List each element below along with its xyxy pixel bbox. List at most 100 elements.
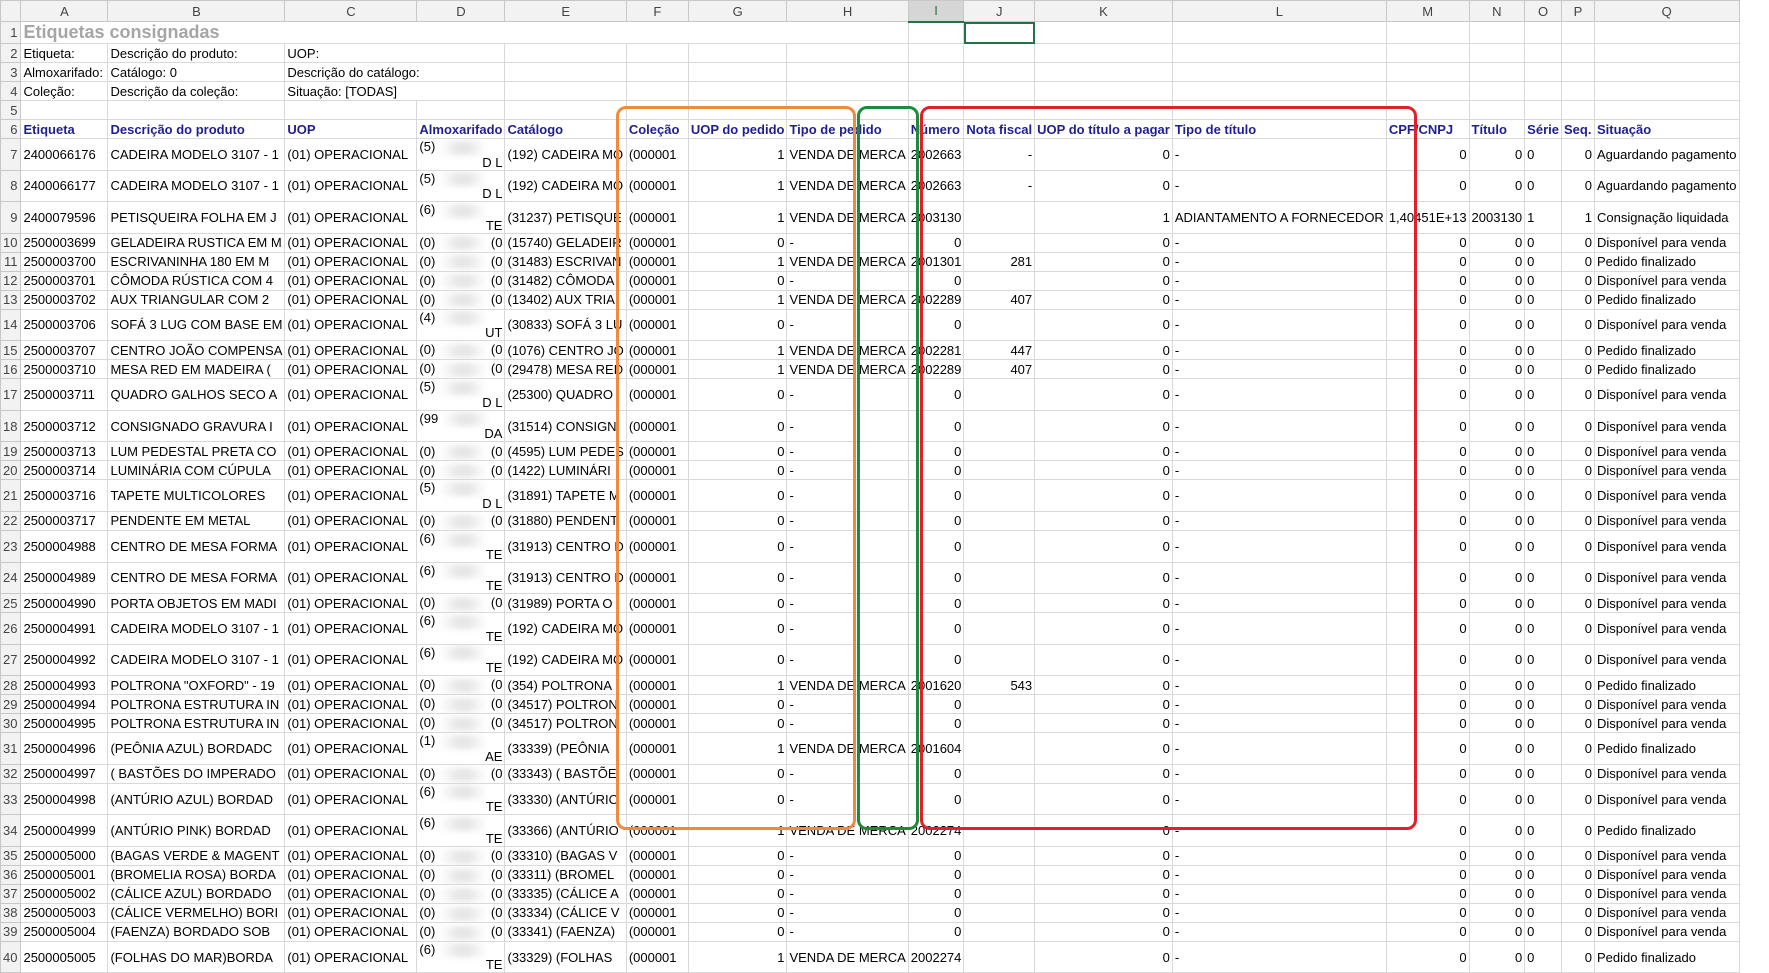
catalogo-cell[interactable]: (15740) GELADEIR: [504, 232, 627, 253]
seq-cell[interactable]: 0: [1560, 460, 1595, 481]
cpf-cnpj-cell[interactable]: 0: [1385, 612, 1470, 645]
nota-fiscal-cell[interactable]: [963, 694, 1036, 715]
filter-label[interactable]: Descrição da coleção:: [107, 81, 286, 101]
nota-fiscal-cell[interactable]: [963, 902, 1036, 923]
colecao-cell[interactable]: (000001: [625, 510, 689, 531]
column-header-m[interactable]: M: [1385, 0, 1470, 22]
titulo-cell[interactable]: 0: [1468, 612, 1526, 645]
row-number[interactable]: 5: [0, 100, 22, 120]
descricao-cell[interactable]: (PEÔNIA AZUL) BORDADC: [107, 732, 286, 765]
cpf-cnpj-cell[interactable]: 0: [1385, 675, 1470, 696]
uop-cell[interactable]: (01) OPERACIONAL: [284, 814, 418, 847]
titulo-cell[interactable]: 0: [1468, 732, 1526, 765]
cell[interactable]: [1385, 81, 1470, 101]
etiqueta-cell[interactable]: 2500003707: [20, 340, 109, 361]
situacao-cell[interactable]: Disponível para venda: [1593, 902, 1740, 923]
situacao-cell[interactable]: Disponível para venda: [1593, 713, 1740, 734]
nota-fiscal-cell[interactable]: 543: [963, 675, 1036, 696]
descricao-cell[interactable]: CENTRO DE MESA FORMA: [107, 561, 286, 595]
cell[interactable]: [1593, 21, 1740, 44]
row-number[interactable]: 16: [0, 359, 22, 380]
uop-titulo-cell[interactable]: 0: [1034, 845, 1173, 866]
titulo-cell[interactable]: 0: [1468, 232, 1526, 253]
column-header-c[interactable]: C: [284, 0, 418, 22]
column-header-h[interactable]: H: [786, 0, 909, 22]
uop-pedido-cell[interactable]: 1: [687, 251, 788, 272]
cell[interactable]: [1593, 81, 1740, 101]
titulo-cell[interactable]: 0: [1468, 169, 1526, 203]
titulo-cell[interactable]: 2003130: [1468, 201, 1526, 234]
titulo-cell[interactable]: 0: [1468, 340, 1526, 361]
nota-fiscal-cell[interactable]: [963, 479, 1036, 512]
uop-titulo-cell[interactable]: 0: [1034, 529, 1173, 563]
numero-cell[interactable]: 2003130: [907, 201, 965, 234]
row-number[interactable]: 39: [0, 921, 22, 942]
uop-pedido-cell[interactable]: 1: [687, 138, 788, 171]
colecao-cell[interactable]: (000001: [625, 441, 689, 462]
catalogo-cell[interactable]: (13402) AUX TRIA: [504, 289, 627, 310]
nota-fiscal-cell[interactable]: -: [963, 169, 1036, 203]
tipo-pedido-cell[interactable]: -: [786, 643, 909, 677]
cpf-cnpj-cell[interactable]: 0: [1385, 441, 1470, 462]
row-number[interactable]: 10: [0, 232, 22, 253]
nota-fiscal-cell[interactable]: [963, 510, 1036, 531]
cell[interactable]: [1560, 100, 1595, 120]
nota-fiscal-cell[interactable]: [963, 529, 1036, 563]
situacao-cell[interactable]: Disponível para venda: [1593, 845, 1740, 866]
almoxarifado-cell[interactable]: (0) (0: [416, 845, 506, 866]
catalogo-cell[interactable]: (33310) (BAGAS V: [504, 845, 627, 866]
filter-label[interactable]: Situação: [TODAS]: [284, 81, 506, 101]
row-number[interactable]: 12: [0, 270, 22, 291]
cpf-cnpj-cell[interactable]: 0: [1385, 732, 1470, 765]
descricao-cell[interactable]: (FAENZA) BORDADO SOB: [107, 921, 286, 942]
colecao-cell[interactable]: (000001: [625, 593, 689, 614]
cell[interactable]: [963, 43, 1036, 63]
uop-pedido-cell[interactable]: 0: [687, 845, 788, 866]
etiqueta-cell[interactable]: 2500004990: [20, 593, 109, 614]
cell[interactable]: [20, 100, 109, 120]
almoxarifado-cell[interactable]: (0) (0: [416, 441, 506, 462]
tipo-pedido-cell[interactable]: -: [786, 593, 909, 614]
filter-label[interactable]: Descrição do produto:: [107, 43, 286, 63]
etiqueta-cell[interactable]: 2500004995: [20, 713, 109, 734]
tipo-titulo-cell[interactable]: -: [1171, 921, 1387, 942]
uop-cell[interactable]: (01) OPERACIONAL: [284, 359, 418, 380]
uop-pedido-cell[interactable]: 0: [687, 460, 788, 481]
situacao-cell[interactable]: Aguardando pagamento: [1593, 138, 1740, 171]
uop-titulo-cell[interactable]: 0: [1034, 814, 1173, 847]
situacao-cell[interactable]: Disponível para venda: [1593, 441, 1740, 462]
catalogo-cell[interactable]: (33311) (BROMEL: [504, 864, 627, 885]
descricao-cell[interactable]: (CÁLICE AZUL) BORDADO: [107, 883, 286, 904]
colecao-cell[interactable]: (000001: [625, 289, 689, 310]
serie-cell[interactable]: 0: [1524, 864, 1562, 885]
uop-cell[interactable]: (01) OPERACIONAL: [284, 378, 418, 411]
tipo-pedido-cell[interactable]: VENDA DE MERCA: [786, 675, 909, 696]
titulo-cell[interactable]: 0: [1468, 460, 1526, 481]
catalogo-cell[interactable]: (33341) (FAENZA): [504, 921, 627, 942]
titulo-cell[interactable]: 0: [1468, 308, 1526, 342]
tipo-titulo-cell[interactable]: -: [1171, 460, 1387, 481]
uop-titulo-cell[interactable]: 0: [1034, 441, 1173, 462]
tipo-titulo-cell[interactable]: -: [1171, 643, 1387, 677]
uop-titulo-cell[interactable]: 0: [1034, 308, 1173, 342]
cell[interactable]: [1034, 43, 1173, 63]
cell[interactable]: [1468, 81, 1526, 101]
colecao-cell[interactable]: (000001: [625, 940, 689, 973]
serie-cell[interactable]: 0: [1524, 138, 1562, 171]
etiqueta-cell[interactable]: 2500003711: [20, 378, 109, 411]
cell[interactable]: [1593, 62, 1740, 82]
serie-cell[interactable]: 0: [1524, 441, 1562, 462]
descricao-cell[interactable]: (ANTÚRIO PINK) BORDAD: [107, 814, 286, 847]
seq-cell[interactable]: 0: [1560, 138, 1595, 171]
sheet-title[interactable]: Etiquetas consignadas: [20, 21, 909, 44]
catalogo-cell[interactable]: (33330) (ANTÚRIO: [504, 782, 627, 816]
descricao-cell[interactable]: ( BASTÕES DO IMPERADO: [107, 763, 286, 784]
seq-cell[interactable]: 0: [1560, 169, 1595, 203]
cell[interactable]: [1385, 43, 1470, 63]
serie-cell[interactable]: 0: [1524, 561, 1562, 595]
cell[interactable]: [1560, 43, 1595, 63]
etiqueta-cell[interactable]: 2400066177: [20, 169, 109, 203]
situacao-cell[interactable]: Pedido finalizado: [1593, 359, 1740, 380]
uop-titulo-cell[interactable]: 0: [1034, 782, 1173, 816]
situacao-cell[interactable]: Aguardando pagamento: [1593, 169, 1740, 203]
